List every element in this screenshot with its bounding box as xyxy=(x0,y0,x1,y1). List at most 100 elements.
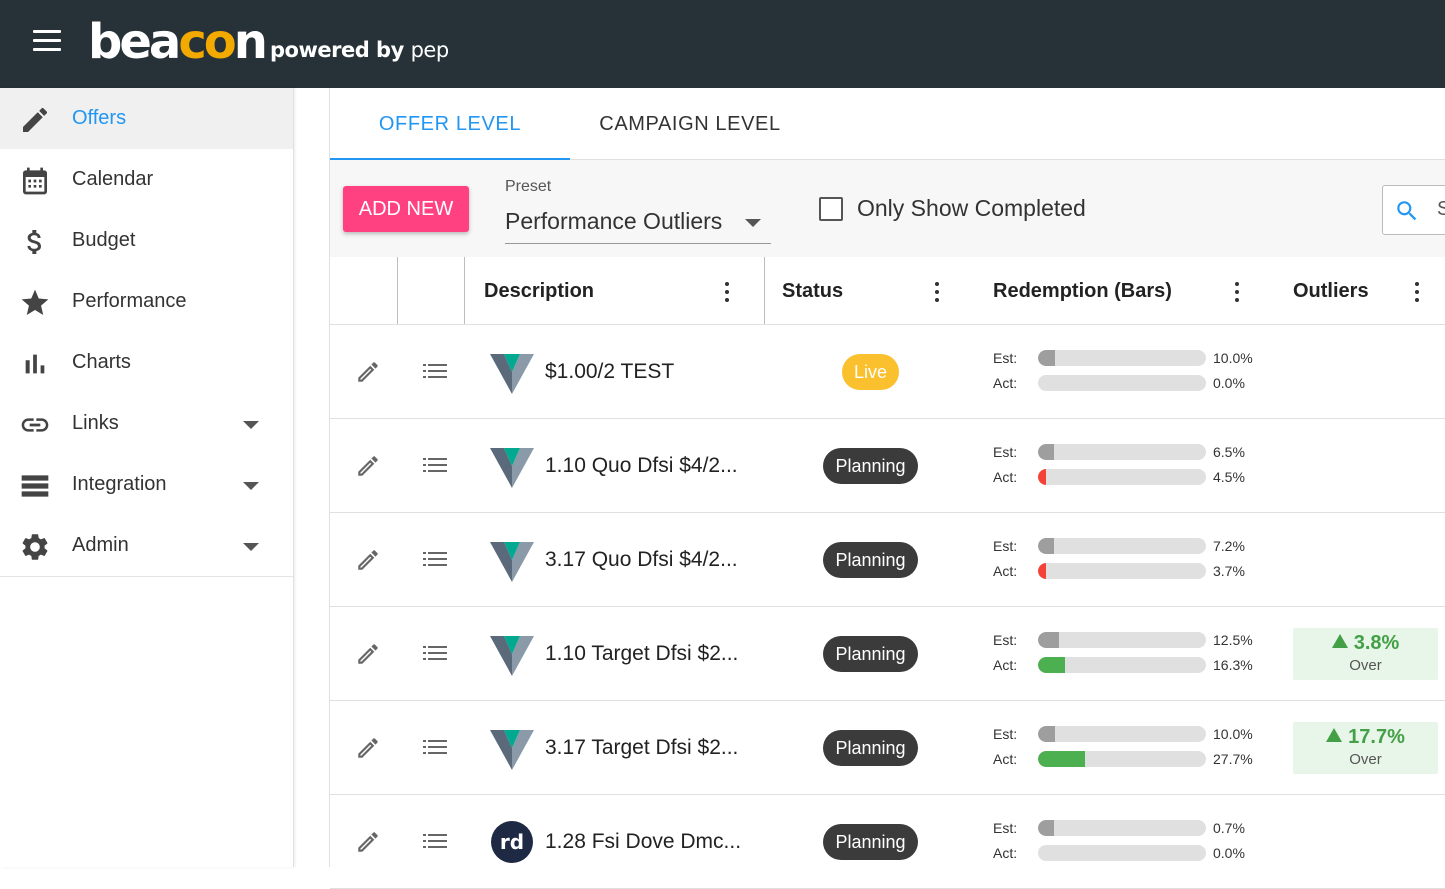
status-badge: Live xyxy=(842,354,899,390)
search-input[interactable]: S xyxy=(1382,185,1445,235)
table-row[interactable]: 1.10 Quo Dfsi $4/2... Planning Est: 6.5% Act… xyxy=(330,419,1445,513)
preset-select[interactable]: Performance Outliers xyxy=(505,204,771,244)
est-bar-track xyxy=(1038,726,1206,742)
table-body: $1.00/2 TEST Live Est: 10.0% Act: 0.0% 1.10 Qu… xyxy=(330,325,1445,889)
act-bar-fill xyxy=(1038,563,1046,579)
column-header-status[interactable]: Status xyxy=(782,257,843,325)
table-row[interactable]: 1.10 Target Dfsi $2... Planning Est: 12.5% A… xyxy=(330,607,1445,701)
details-list-icon[interactable] xyxy=(423,831,447,851)
table-row[interactable]: $1.00/2 TEST Live Est: 10.0% Act: 0.0% xyxy=(330,325,1445,419)
menu-icon[interactable] xyxy=(33,30,61,52)
est-bar-track xyxy=(1038,632,1206,648)
sidebar: Offers Calendar Budget Performance Chart… xyxy=(0,88,294,867)
act-label: Act: xyxy=(993,375,1018,391)
sidebar-item-offers[interactable]: Offers xyxy=(0,88,293,149)
add-new-button[interactable]: ADD NEW xyxy=(343,186,469,232)
sidebar-item-links[interactable]: Links xyxy=(0,393,293,454)
edit-icon[interactable] xyxy=(355,641,381,667)
offer-description[interactable]: 1.10 Quo Dfsi $4/2... xyxy=(545,454,738,478)
sidebar-item-integration[interactable]: Integration xyxy=(0,454,293,515)
act-bar-track xyxy=(1038,469,1206,485)
list-icon xyxy=(21,475,49,497)
brand-logo-icon: rd xyxy=(490,820,534,864)
table-header: Description Status Redemption (Bars) Out… xyxy=(330,257,1445,325)
sidebar-nav: Offers Calendar Budget Performance Chart… xyxy=(0,88,293,577)
star-icon xyxy=(21,289,49,315)
chevron-down-icon[interactable] xyxy=(243,421,259,429)
sidebar-item-calendar[interactable]: Calendar xyxy=(0,149,293,210)
sidebar-item-budget[interactable]: Budget xyxy=(0,210,293,271)
est-bar-fill xyxy=(1038,632,1059,648)
column-header-redemption[interactable]: Redemption (Bars) xyxy=(993,257,1172,325)
outlier-label: Over xyxy=(1349,751,1382,768)
column-menu-icon[interactable] xyxy=(1414,282,1420,302)
details-list-icon[interactable] xyxy=(423,549,447,569)
sidebar-item-label: Performance xyxy=(72,290,187,312)
edit-icon[interactable] xyxy=(355,359,381,385)
only-completed-label[interactable]: Only Show Completed xyxy=(857,195,1086,222)
column-menu-icon[interactable] xyxy=(934,282,940,302)
toolbar: ADD NEW Preset Performance Outliers Only… xyxy=(330,160,1445,257)
status-badge: Planning xyxy=(823,448,918,484)
beacon-logo[interactable]: beacon xyxy=(88,14,268,70)
arrow-up-icon xyxy=(1331,634,1348,648)
details-list-icon[interactable] xyxy=(423,643,447,663)
table-row[interactable]: rd 1.28 Fsi Dove Dmc... Planning Est: 0.7% Ac… xyxy=(330,795,1445,889)
dropdown-arrow-icon xyxy=(745,219,761,227)
act-bar-row: Act: 16.3% xyxy=(993,655,1263,675)
column-header-description[interactable]: Description xyxy=(484,257,594,325)
brand-logo-icon xyxy=(490,632,534,676)
search-icon xyxy=(1397,201,1417,221)
edit-icon[interactable] xyxy=(355,547,381,573)
tab-campaign-level[interactable]: CAMPAIGN LEVEL xyxy=(570,88,810,160)
act-bar-fill xyxy=(1038,657,1065,673)
est-label: Est: xyxy=(993,632,1018,648)
column-menu-icon[interactable] xyxy=(724,282,730,302)
chevron-down-icon[interactable] xyxy=(243,482,259,490)
only-completed-checkbox[interactable] xyxy=(819,197,843,221)
act-bar-track xyxy=(1038,845,1206,861)
sidebar-item-label: Links xyxy=(72,412,119,434)
sidebar-item-performance[interactable]: Performance xyxy=(0,271,293,332)
offer-description[interactable]: 1.28 Fsi Dove Dmc... xyxy=(545,830,741,854)
sidebar-item-label: Charts xyxy=(72,351,131,373)
est-bar-track xyxy=(1038,350,1206,366)
column-menu-icon[interactable] xyxy=(1234,282,1240,302)
est-bar-row: Est: 12.5% xyxy=(993,630,1263,650)
offer-description[interactable]: 3.17 Quo Dfsi $4/2... xyxy=(545,548,738,572)
sidebar-item-admin[interactable]: Admin xyxy=(0,515,293,576)
sidebar-item-charts[interactable]: Charts xyxy=(0,332,293,393)
chevron-down-icon[interactable] xyxy=(243,543,259,551)
offer-description[interactable]: 3.17 Target Dfsi $2... xyxy=(545,736,738,760)
edit-icon[interactable] xyxy=(355,735,381,761)
act-bar-row: Act: 0.0% xyxy=(993,373,1263,393)
edit-icon[interactable] xyxy=(355,829,381,855)
act-label: Act: xyxy=(993,751,1018,767)
column-divider[interactable] xyxy=(764,257,765,324)
act-value: 27.7% xyxy=(1213,751,1253,767)
search-placeholder: S xyxy=(1437,198,1445,220)
est-bar-track xyxy=(1038,820,1206,836)
table-row[interactable]: 3.17 Quo Dfsi $4/2... Planning Est: 7.2% Act… xyxy=(330,513,1445,607)
details-list-icon[interactable] xyxy=(423,455,447,475)
details-list-icon[interactable] xyxy=(423,361,447,381)
est-bar-row: Est: 7.2% xyxy=(993,536,1263,556)
est-label: Est: xyxy=(993,350,1018,366)
act-bar-row: Act: 27.7% xyxy=(993,749,1263,769)
pencil-icon xyxy=(23,107,48,132)
est-bar-row: Est: 6.5% xyxy=(993,442,1263,462)
est-label: Est: xyxy=(993,538,1018,554)
edit-icon[interactable] xyxy=(355,453,381,479)
table-row[interactable]: 3.17 Target Dfsi $2... Planning Est: 10.0% A… xyxy=(330,701,1445,795)
act-bar-row: Act: 3.7% xyxy=(993,561,1263,581)
offer-description[interactable]: $1.00/2 TEST xyxy=(545,360,674,384)
est-bar-fill xyxy=(1038,820,1054,836)
offer-description[interactable]: 1.10 Target Dfsi $2... xyxy=(545,642,738,666)
column-header-outliers[interactable]: Outliers xyxy=(1293,257,1369,325)
offers-table: Description Status Redemption (Bars) Out… xyxy=(330,257,1445,889)
est-label: Est: xyxy=(993,820,1018,836)
details-list-icon[interactable] xyxy=(423,737,447,757)
sidebar-item-label: Calendar xyxy=(72,168,154,190)
tab-offer-level[interactable]: OFFER LEVEL xyxy=(330,88,570,161)
link-icon xyxy=(21,418,49,432)
